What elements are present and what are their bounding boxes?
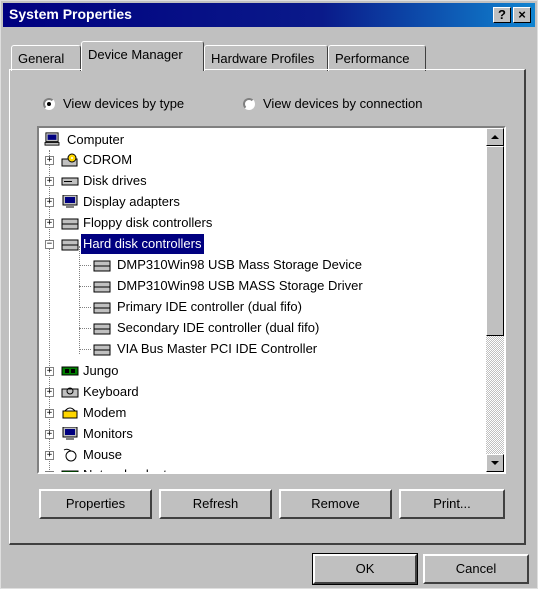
- tree-connector: [79, 246, 80, 354]
- view-by-type-label: View devices by type: [63, 96, 185, 111]
- expand-icon: +: [45, 429, 54, 439]
- tree-label: DMP310Win98 USB Mass Storage Device: [117, 257, 362, 272]
- remove-button[interactable]: Remove: [279, 489, 392, 519]
- scroll-thumb[interactable]: [486, 146, 504, 336]
- system-properties-window: System Properties ? × General Device Man…: [0, 0, 538, 589]
- monitor-icon: [62, 427, 78, 440]
- radio-checked-icon: [43, 97, 55, 110]
- tree-label: Floppy disk controllers: [83, 215, 213, 230]
- scroll-up-button[interactable]: [486, 128, 504, 146]
- controller-icon: [61, 239, 79, 251]
- expand-icon: +: [45, 197, 54, 207]
- tree-connector: [79, 328, 91, 329]
- tree-label: Primary IDE controller (dual fifo): [117, 299, 302, 314]
- tree-label: Modem: [83, 405, 127, 420]
- device-tree[interactable]: Computer + CDROM + Disk drives + Display…: [37, 126, 506, 474]
- expand-icon: +: [45, 408, 54, 418]
- cancel-button[interactable]: Cancel: [423, 554, 529, 584]
- view-by-connection-radio[interactable]: View devices by connection: [243, 96, 422, 111]
- controller-icon: [93, 302, 111, 314]
- properties-button[interactable]: Properties: [39, 489, 152, 519]
- title-bar[interactable]: System Properties ? ×: [3, 3, 535, 27]
- tree-label: Disk drives: [83, 173, 147, 188]
- expand-icon: +: [45, 366, 54, 376]
- tree-label: Keyboard: [83, 384, 139, 399]
- keyboard-icon: [61, 387, 79, 398]
- modem-icon: [62, 407, 78, 419]
- expand-icon: +: [45, 218, 54, 228]
- view-by-type-radio[interactable]: View devices by type: [43, 96, 184, 111]
- tab-performance[interactable]: Performance: [328, 45, 426, 71]
- tab-hardware-profiles[interactable]: Hardware Profiles: [204, 45, 328, 71]
- disk-drive-icon: [61, 177, 79, 186]
- expand-icon: +: [45, 176, 54, 186]
- tab-label: General: [18, 51, 65, 66]
- network-icon: [61, 470, 79, 472]
- tree-label: Mouse: [83, 447, 123, 462]
- collapse-icon: −: [45, 239, 54, 249]
- tree-connector: [79, 349, 91, 350]
- radio-unchecked-icon: [243, 97, 255, 110]
- tree-label: Network adapters: [83, 465, 185, 472]
- close-button[interactable]: ×: [513, 7, 531, 23]
- tab-label: Performance: [335, 51, 410, 66]
- board-icon: [61, 366, 79, 376]
- tree-connector: [79, 265, 91, 266]
- controller-icon: [61, 218, 79, 230]
- tab-label: Hardware Profiles: [211, 51, 315, 66]
- controller-icon: [93, 323, 111, 335]
- tree-label: Secondary IDE controller (dual fifo): [117, 320, 320, 335]
- tab-general[interactable]: General: [11, 45, 81, 71]
- expand-icon: +: [45, 450, 54, 460]
- computer-icon: [44, 132, 60, 146]
- expand-icon: +: [45, 471, 54, 472]
- tree-connector: [79, 307, 91, 308]
- tree-label-selected: Hard disk controllers: [80, 233, 205, 255]
- tab-device-manager[interactable]: Device Manager: [81, 41, 204, 71]
- controller-icon: [93, 260, 111, 272]
- arrow-down-icon: [491, 461, 499, 465]
- tree-connector: [79, 286, 91, 287]
- tree-label: VIA Bus Master PCI IDE Controller: [117, 341, 318, 356]
- tree-label: Computer: [67, 132, 125, 147]
- refresh-button[interactable]: Refresh: [159, 489, 272, 519]
- tree-label: Jungo: [83, 363, 119, 378]
- tree-label: CDROM: [83, 152, 133, 167]
- tab-label: Device Manager: [88, 47, 183, 62]
- expand-icon: +: [45, 155, 54, 165]
- monitor-icon: [62, 195, 78, 208]
- tree-label: DMP310Win98 USB MASS Storage Driver: [117, 278, 363, 293]
- help-button[interactable]: ?: [493, 7, 511, 23]
- arrow-up-icon: [491, 135, 499, 139]
- controller-icon: [93, 281, 111, 293]
- tree-scrollbar[interactable]: [486, 128, 504, 472]
- scroll-down-button[interactable]: [486, 454, 504, 472]
- tree-label: Monitors: [83, 426, 133, 441]
- expand-icon: +: [45, 387, 54, 397]
- mouse-icon: [63, 448, 77, 462]
- ok-button[interactable]: OK: [312, 553, 418, 585]
- view-by-connection-label: View devices by connection: [263, 96, 423, 111]
- controller-icon: [93, 344, 111, 356]
- print-button[interactable]: Print...: [399, 489, 505, 519]
- cdrom-icon: [61, 153, 78, 167]
- tree-label: Display adapters: [83, 194, 180, 209]
- window-title: System Properties: [9, 6, 132, 22]
